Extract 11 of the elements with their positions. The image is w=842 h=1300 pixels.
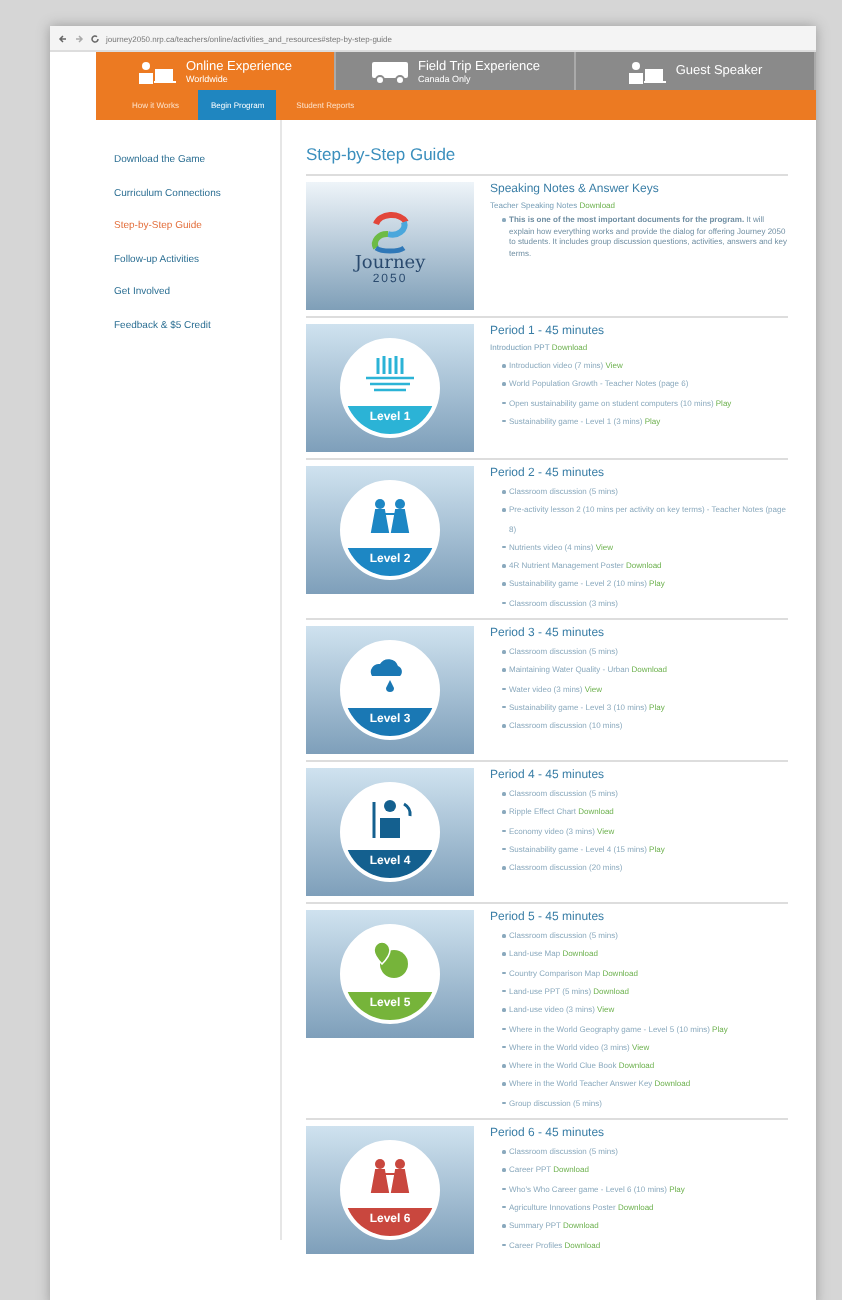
reload-icon (90, 33, 100, 43)
logo-text: Journey (354, 255, 426, 273)
bus-icon (369, 59, 410, 83)
person-at-laptop-icon (627, 59, 668, 83)
people-icon (366, 1156, 414, 1197)
crop-field-icon (366, 354, 414, 394)
people-icon (366, 496, 414, 536)
forward-icon (74, 33, 84, 43)
section-title: Step-by-Step Guide (306, 144, 458, 164)
person-at-laptop-icon (137, 59, 178, 83)
back-icon (58, 33, 68, 43)
